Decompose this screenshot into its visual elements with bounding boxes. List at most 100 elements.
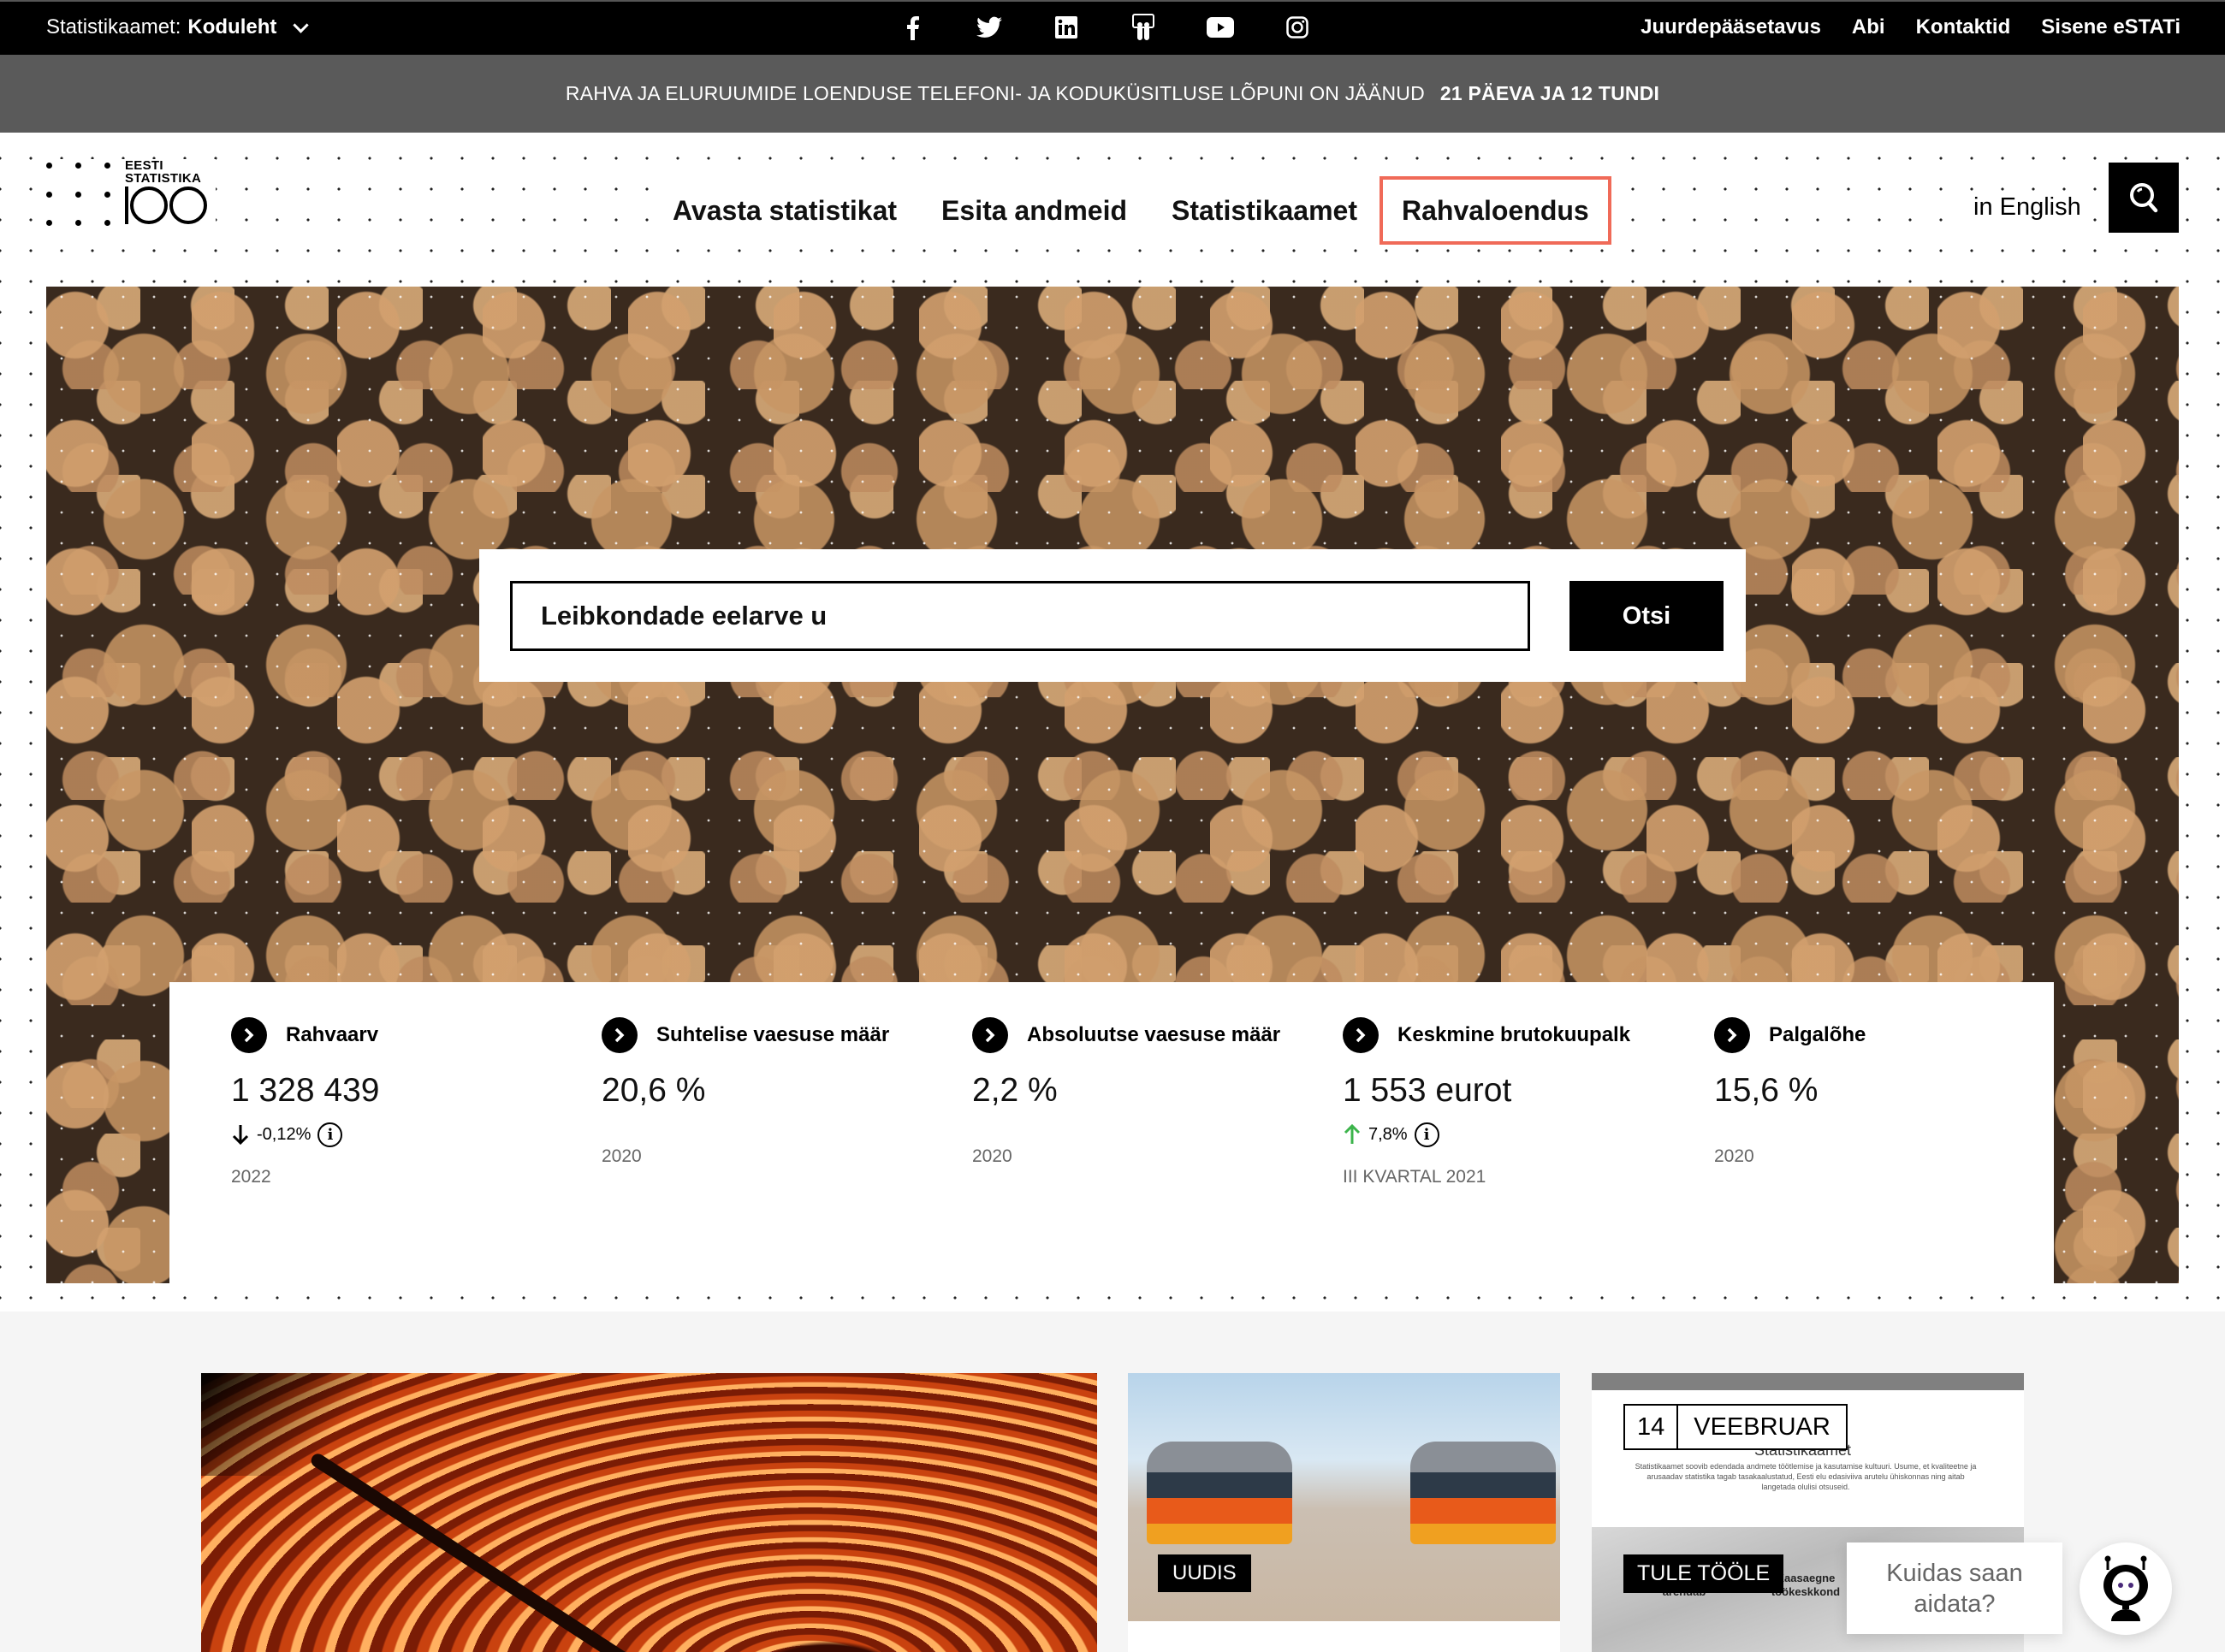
logo[interactable]: EESTI STATISTIKA — [44, 159, 216, 228]
chevron-right-icon — [972, 1017, 1008, 1053]
indicator-change: 7,8% i — [1343, 1121, 1702, 1148]
train-right — [1410, 1442, 1556, 1544]
indicator-link[interactable]: Absoluutse vaesuse määr — [972, 1016, 1332, 1054]
logo-digit-0 — [130, 187, 168, 224]
indicator-palgalohe: Palgalõhe 15,6 % 2020 — [1714, 1016, 2074, 1167]
announcement-text: RAHVA JA ELURUUMIDE LOENDUSE TELEFONI- J… — [565, 82, 1425, 104]
indicator-title: Suhtelise vaesuse määr — [656, 1023, 890, 1046]
indicator-title: Absoluutse vaesuse määr — [1027, 1023, 1281, 1046]
indicator-value: 2,2 % — [972, 1072, 1058, 1109]
logo-100 — [125, 187, 207, 224]
indicator-period: 2020 — [602, 1146, 642, 1166]
page: Statistikaamet: Koduleht Juurdepääsetavu… — [0, 0, 2225, 1652]
chevron-right-icon — [1343, 1017, 1379, 1053]
indicator-period: 2020 — [972, 1146, 1012, 1166]
logo-dot — [46, 192, 52, 198]
chevron-right-icon — [1714, 1017, 1750, 1053]
logo-text-eesti: EESTI — [125, 158, 163, 173]
search-icon — [2130, 183, 2158, 213]
indicator-value: 15,6 % — [1714, 1072, 1819, 1109]
indicator-suhtelise-vaesuse-maar: Suhtelise vaesuse määr 20,6 % 2020 — [602, 1016, 961, 1167]
site-switcher-current: Koduleht — [187, 15, 277, 38]
announcement-countdown: 21 PÄEVA JA 12 TUNDI — [1439, 82, 1660, 104]
link-contacts[interactable]: Kontaktid — [1916, 15, 2011, 39]
youtube-icon[interactable] — [1207, 14, 1234, 41]
facebook-icon[interactable] — [899, 14, 926, 41]
indicator-link[interactable]: Palgalõhe — [1714, 1016, 2074, 1054]
utility-links: Juurdepääsetavus Abi Kontaktid Sisene eS… — [1641, 15, 2180, 39]
indicator-change: -0,12% i — [231, 1121, 590, 1148]
chatbot-button[interactable] — [2080, 1542, 2172, 1635]
slideshare-icon[interactable] — [1130, 14, 1157, 41]
search-input[interactable] — [510, 581, 1530, 651]
logo-dot — [46, 220, 52, 226]
logo-digit-1 — [125, 187, 128, 224]
indicator-change-value: 7,8% — [1368, 1124, 1408, 1144]
news-card[interactable]: UUDIS — [1128, 1373, 1560, 1652]
announcement-banner: RAHVA JA ELURUUMIDE LOENDUSE TELEFONI- J… — [0, 55, 2225, 133]
logo-text-statistika: STATISTIKA — [125, 171, 202, 186]
logo-dot — [104, 163, 110, 169]
indicator-period: 2020 — [1714, 1146, 1754, 1166]
robot-icon — [2103, 1555, 2148, 1621]
search-submit-button[interactable]: Otsi — [1569, 581, 1724, 651]
header-search-button[interactable] — [2109, 163, 2179, 233]
event-date-badge: 14 VEEBRUAR — [1623, 1404, 1848, 1450]
indicator-period: III KVARTAL 2021 — [1343, 1167, 1486, 1187]
nav-item-avasta-statistikat[interactable]: Avasta statistikat — [650, 176, 919, 245]
indicator-title: Keskmine brutokuupalk — [1397, 1023, 1631, 1046]
indicator-period: 2022 — [231, 1167, 271, 1187]
indicator-value: 1 553 eurot — [1343, 1072, 1512, 1109]
logo-dot — [104, 220, 110, 226]
key-indicators-panel: Rahvaarv 1 328 439 -0,12% i 2022 Suhteli… — [169, 982, 2054, 1283]
logo-dot — [46, 163, 52, 169]
chevron-down-icon — [293, 16, 310, 33]
indicator-change-value: -0,12% — [257, 1124, 312, 1144]
info-icon[interactable]: i — [1414, 1122, 1439, 1147]
train-left — [1147, 1442, 1292, 1544]
nav-item-rahvaloendus[interactable]: Rahvaloendus — [1379, 176, 1611, 245]
featured-card-heating-element[interactable] — [201, 1373, 1097, 1652]
arrow-down-icon — [232, 1125, 249, 1146]
indicator-rahvaarv: Rahvaarv 1 328 439 -0,12% i 2022 — [231, 1016, 590, 1187]
nav-item-statistikaamet[interactable]: Statistikaamet — [1149, 176, 1380, 245]
language-switch[interactable]: in English — [1968, 192, 2086, 223]
indicator-link[interactable]: Keskmine brutokuupalk — [1343, 1016, 1702, 1054]
twitter-icon[interactable] — [976, 14, 1003, 41]
info-icon[interactable]: i — [317, 1122, 343, 1147]
arrow-up-icon — [1344, 1123, 1361, 1144]
instagram-icon[interactable] — [1284, 14, 1311, 41]
chevron-right-icon — [602, 1017, 638, 1053]
indicator-absoluutse-vaesuse-maar: Absoluutse vaesuse määr 2,2 % 2020 — [972, 1016, 1332, 1167]
logo-dot — [75, 163, 81, 169]
logo-dot — [75, 220, 81, 226]
linkedin-icon[interactable] — [1053, 14, 1080, 41]
event-ghost-body: Statistikaamet soovib edendada andmete t… — [1635, 1462, 1977, 1491]
chat-prompt-bubble[interactable]: Kuidas saan aidata? — [1847, 1542, 2062, 1634]
event-month: VEEBRUAR — [1694, 1412, 1830, 1441]
indicator-value: 1 328 439 — [231, 1072, 380, 1109]
indicator-link[interactable]: Suhtelise vaesuse määr — [602, 1016, 961, 1054]
indicator-keskmine-brutokuupalk: Keskmine brutokuupalk 1 553 eurot 7,8% i… — [1343, 1016, 1702, 1187]
link-help[interactable]: Abi — [1852, 15, 1885, 39]
hero-search-panel: Otsi — [479, 549, 1746, 682]
link-estat-login[interactable]: Sisene eSTATi — [2041, 15, 2180, 39]
indicator-title: Rahvaarv — [286, 1023, 379, 1046]
indicator-link[interactable]: Rahvaarv — [231, 1016, 590, 1054]
site-switcher-prefix: Statistikaamet: — [46, 15, 181, 38]
nav-item-esita-andmeid[interactable]: Esita andmeid — [919, 176, 1149, 245]
logo-dot — [104, 192, 110, 198]
link-accessibility[interactable]: Juurdepääsetavus — [1641, 15, 1821, 39]
logo-dot — [75, 192, 81, 198]
top-bar: Statistikaamet: Koduleht Juurdepääsetavu… — [0, 0, 2225, 55]
main-navigation: Avasta statistikat Esita andmeid Statist… — [650, 176, 1611, 245]
news-tag: UUDIS — [1158, 1554, 1251, 1592]
event-day: 14 — [1625, 1406, 1679, 1448]
indicator-value: 20,6 % — [602, 1072, 706, 1109]
indicator-title: Palgalõhe — [1769, 1023, 1866, 1046]
site-switcher[interactable]: Statistikaamet: Koduleht — [46, 15, 310, 39]
event-card-band — [1592, 1373, 2024, 1390]
logo-digit-0 — [169, 187, 207, 224]
chevron-right-icon — [231, 1017, 267, 1053]
social-links — [899, 14, 1311, 41]
